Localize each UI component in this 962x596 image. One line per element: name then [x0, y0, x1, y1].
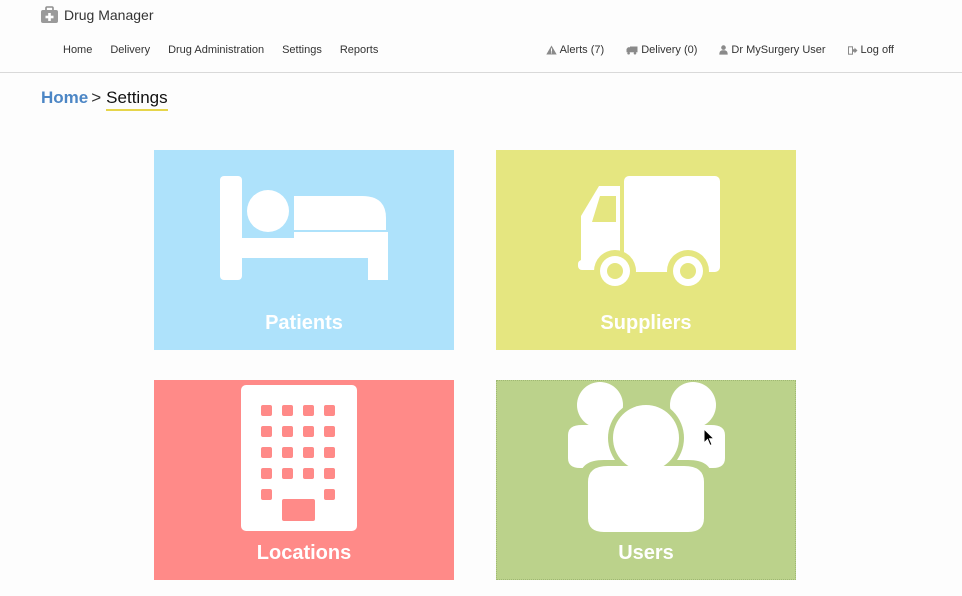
- nav-delivery[interactable]: Delivery: [101, 44, 159, 56]
- app-brand[interactable]: Drug Manager: [40, 6, 154, 24]
- alerts-label: Alerts (7): [559, 44, 605, 56]
- users-label: Users: [618, 542, 674, 564]
- user-menu[interactable]: Dr MySurgery User: [719, 44, 826, 56]
- logoff-link[interactable]: Log off: [847, 44, 894, 56]
- nav-settings[interactable]: Settings: [273, 44, 331, 56]
- medical-kit-icon: [41, 6, 58, 23]
- breadcrumb: Home > Settings: [41, 88, 168, 111]
- users-tile[interactable]: Users: [496, 380, 796, 580]
- patients-label: Patients: [265, 312, 343, 334]
- delivery-status-label: Delivery (0): [641, 44, 698, 56]
- suppliers-label: Suppliers: [600, 312, 692, 334]
- breadcrumb-current: Settings: [106, 88, 168, 111]
- app-title: Drug Manager: [64, 7, 154, 23]
- breadcrumb-separator: >: [91, 88, 102, 107]
- delivery-status-link[interactable]: Delivery (0): [626, 44, 697, 56]
- main-nav: Home Delivery Drug Administration Settin…: [54, 44, 387, 56]
- nav-reports[interactable]: Reports: [331, 44, 388, 56]
- user-nav: Alerts (7) Delivery (0) Dr MySurgery Use…: [524, 44, 894, 56]
- alerts-link[interactable]: Alerts (7): [545, 44, 605, 56]
- user-name: Dr MySurgery User: [731, 44, 826, 56]
- user-icon: [719, 45, 729, 55]
- truck-small-icon: [626, 46, 638, 54]
- nav-drug-administration[interactable]: Drug Administration: [159, 44, 273, 56]
- logout-icon: [847, 45, 858, 55]
- top-navbar: Drug Manager Home Delivery Drug Administ…: [0, 0, 962, 73]
- breadcrumb-home[interactable]: Home: [41, 88, 88, 108]
- warning-icon: [545, 45, 557, 55]
- locations-tile[interactable]: Locations: [154, 380, 454, 580]
- nav-home[interactable]: Home: [54, 44, 101, 56]
- locations-label: Locations: [256, 542, 352, 564]
- logoff-label: Log off: [860, 44, 894, 56]
- suppliers-tile[interactable]: Suppliers: [496, 150, 796, 350]
- patients-tile[interactable]: Patients: [154, 150, 454, 350]
